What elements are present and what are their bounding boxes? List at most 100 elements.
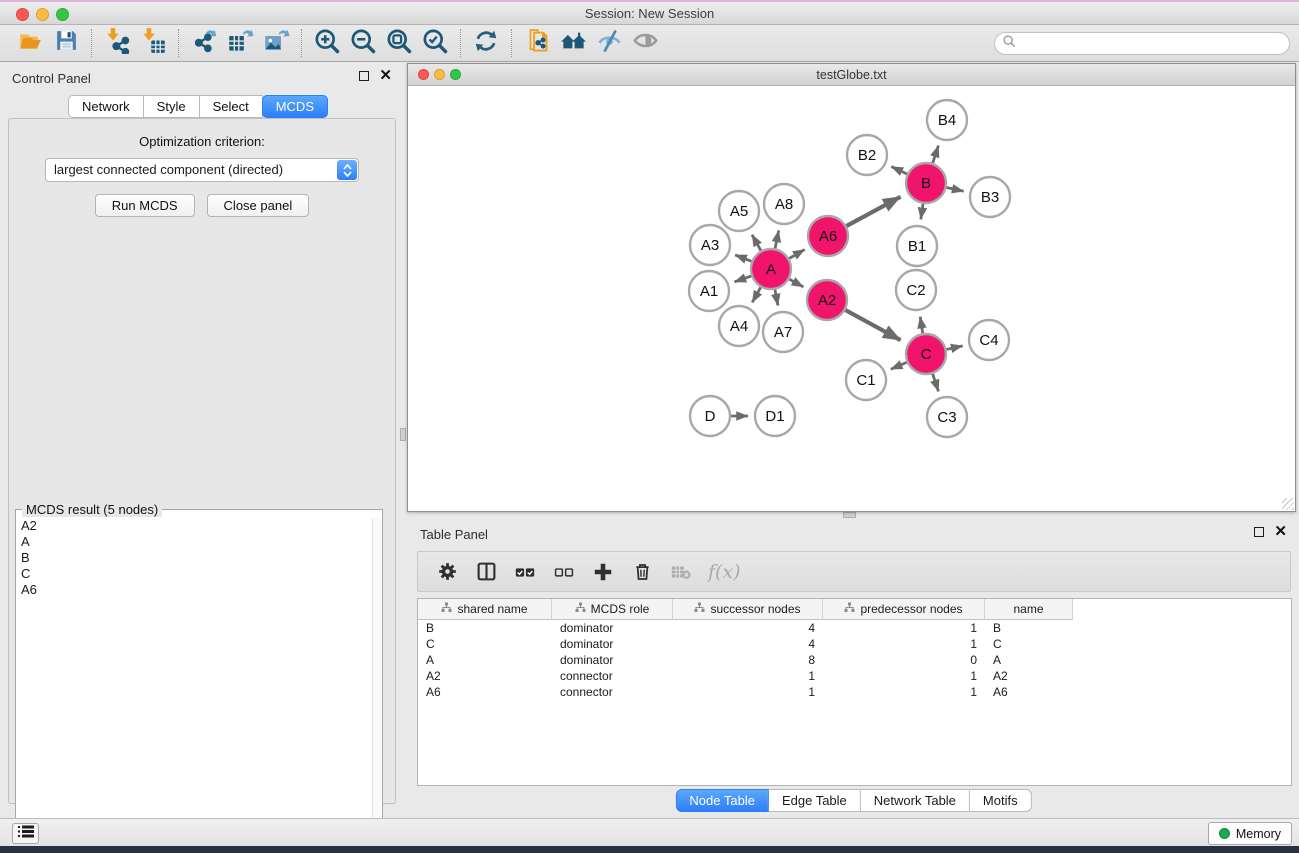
- graph-edge-A-A2[interactable]: [789, 279, 803, 287]
- graph-edge-B-B3[interactable]: [947, 187, 964, 191]
- column-header-name[interactable]: name: [985, 599, 1073, 620]
- graph-node-C[interactable]: C: [906, 334, 946, 374]
- graph-edge-A-A5[interactable]: [752, 235, 761, 251]
- table-row[interactable]: Bdominator41B: [418, 620, 1291, 636]
- graph-node-D1[interactable]: D1: [755, 396, 795, 436]
- clone-network-button[interactable]: [519, 28, 555, 58]
- select-all-icon[interactable]: [513, 560, 537, 584]
- graph-edge-B-B4[interactable]: [933, 146, 939, 163]
- add-column-icon[interactable]: [591, 560, 615, 584]
- zoom-out-button[interactable]: [345, 28, 381, 58]
- refresh-button[interactable]: [468, 28, 504, 58]
- memory-button[interactable]: Memory: [1208, 822, 1292, 845]
- graph-node-A5[interactable]: A5: [719, 191, 759, 231]
- graph-node-A7[interactable]: A7: [763, 312, 803, 352]
- graph-node-A4[interactable]: A4: [719, 306, 759, 346]
- graph-node-B4[interactable]: B4: [927, 100, 967, 140]
- export-image-button[interactable]: [258, 28, 294, 58]
- show-columns-icon[interactable]: [474, 560, 498, 584]
- graph-node-A6[interactable]: A6: [808, 216, 848, 256]
- tab-select[interactable]: Select: [200, 95, 263, 118]
- search-input[interactable]: [1017, 35, 1289, 53]
- table-row[interactable]: Cdominator41C: [418, 636, 1291, 652]
- run-mcds-button[interactable]: Run MCDS: [95, 194, 195, 217]
- hide-visibility-button[interactable]: [591, 28, 627, 58]
- optimization-criterion-dropdown[interactable]: largest connected component (directed): [45, 158, 359, 182]
- column-header-mcds-role[interactable]: MCDS role: [552, 599, 673, 620]
- tab-node-table[interactable]: Node Table: [675, 789, 769, 812]
- graph-node-A3[interactable]: A3: [690, 225, 730, 265]
- network-window-titlebar[interactable]: testGlobe.txt: [408, 64, 1295, 86]
- zoom-in-button[interactable]: [309, 28, 345, 58]
- graph-node-C1[interactable]: C1: [846, 360, 886, 400]
- zoom-fit-button[interactable]: [381, 28, 417, 58]
- home-button[interactable]: [555, 28, 591, 58]
- tab-motifs[interactable]: Motifs: [970, 789, 1032, 812]
- column-header-predecessor-nodes[interactable]: predecessor nodes: [823, 599, 985, 620]
- import-network-button[interactable]: [99, 28, 135, 58]
- eye-button[interactable]: [627, 28, 663, 58]
- deselect-all-icon[interactable]: [552, 560, 576, 584]
- search-field[interactable]: [994, 32, 1290, 55]
- table-row[interactable]: Adominator80A: [418, 652, 1291, 668]
- vertical-split-grip[interactable]: [400, 428, 406, 441]
- close-panel-icon[interactable]: ✕: [379, 71, 392, 81]
- graph-edge-C-C4[interactable]: [946, 346, 962, 350]
- graph-node-C4[interactable]: C4: [969, 320, 1009, 360]
- graph-edge-B-B2[interactable]: [891, 167, 907, 174]
- import-table-button[interactable]: [135, 28, 171, 58]
- delete-column-icon[interactable]: [630, 560, 654, 584]
- graph-node-D[interactable]: D: [690, 396, 730, 436]
- open-button[interactable]: [12, 28, 48, 58]
- graph-node-B1[interactable]: B1: [897, 226, 937, 266]
- result-item[interactable]: C: [17, 566, 371, 582]
- graph-edge-A-A4[interactable]: [752, 287, 761, 302]
- tab-network[interactable]: Network: [68, 95, 144, 118]
- graph-edge-A-A8[interactable]: [775, 230, 779, 248]
- graph-node-A8[interactable]: A8: [764, 184, 804, 224]
- graph-edge-A-A3[interactable]: [735, 255, 751, 261]
- graph-edge-C-C1[interactable]: [891, 362, 907, 369]
- float-table-panel-icon[interactable]: [1254, 527, 1264, 537]
- result-item[interactable]: B: [17, 550, 371, 566]
- graph-node-A[interactable]: A: [751, 249, 791, 289]
- graph-node-A2[interactable]: A2: [807, 280, 847, 320]
- graph-edge-A6-B[interactable]: [846, 197, 900, 226]
- graph-node-B[interactable]: B: [906, 163, 946, 203]
- result-scrollbar[interactable]: [372, 518, 381, 853]
- graph-node-C2[interactable]: C2: [896, 270, 936, 310]
- gear-icon[interactable]: [435, 560, 459, 584]
- graph-node-B2[interactable]: B2: [847, 135, 887, 175]
- graph-edge-C-C2[interactable]: [920, 317, 923, 334]
- resize-grip-icon[interactable]: [1282, 498, 1294, 510]
- graph-node-C3[interactable]: C3: [927, 397, 967, 437]
- task-history-button[interactable]: [12, 823, 39, 844]
- result-item[interactable]: A: [17, 534, 371, 550]
- graph-edge-C-C3[interactable]: [933, 374, 939, 391]
- export-network-button[interactable]: [186, 28, 222, 58]
- graph-edge-A-A1[interactable]: [734, 276, 751, 282]
- close-table-panel-icon[interactable]: ✕: [1274, 527, 1287, 537]
- graph-node-A1[interactable]: A1: [689, 271, 729, 311]
- zoom-selected-button[interactable]: [417, 28, 453, 58]
- graph-edge-A-A6[interactable]: [789, 250, 804, 259]
- tab-network-table[interactable]: Network Table: [861, 789, 970, 812]
- tab-edge-table[interactable]: Edge Table: [769, 789, 861, 812]
- export-table-button[interactable]: [222, 28, 258, 58]
- graph-edge-A-A7[interactable]: [775, 290, 778, 306]
- result-item[interactable]: A2: [17, 518, 371, 534]
- close-panel-button[interactable]: Close panel: [207, 194, 310, 217]
- table-row[interactable]: A2connector11A2: [418, 668, 1291, 684]
- graph-edge-B-B1[interactable]: [921, 204, 923, 219]
- result-item[interactable]: A6: [17, 582, 371, 598]
- network-canvas[interactable]: A A1 A2 A3 A4 A5 A6 A7 A8 B B1 B2 B3B4 C C1 C2 C3C4 D D1: [408, 86, 1295, 511]
- tab-mcds[interactable]: MCDS: [262, 95, 328, 118]
- save-button[interactable]: [48, 28, 84, 58]
- graph-edge-A2-C[interactable]: [845, 310, 900, 340]
- tab-style[interactable]: Style: [144, 95, 200, 118]
- float-panel-icon[interactable]: [359, 71, 369, 81]
- graph-node-B3[interactable]: B3: [970, 177, 1010, 217]
- table-row[interactable]: A6connector11A6: [418, 684, 1291, 700]
- column-header-successor-nodes[interactable]: successor nodes: [673, 599, 823, 620]
- column-header-shared-name[interactable]: shared name: [418, 599, 552, 620]
